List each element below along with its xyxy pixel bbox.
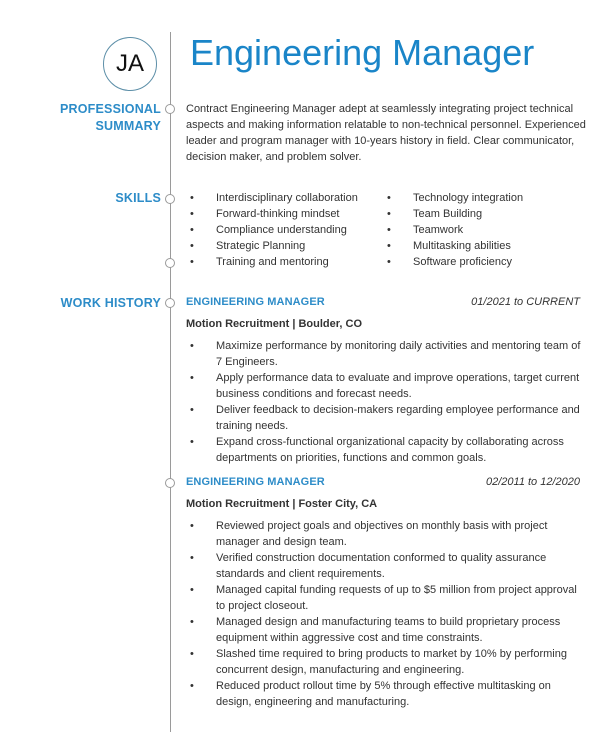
timeline-node-icon [165,478,175,488]
job-bullet: Reviewed project goals and objectives on… [186,518,586,550]
skill-item: Teamwork [383,222,583,238]
skills-column-1: Interdisciplinary collaboration Forward-… [186,190,386,270]
job-bullet: Slashed time required to bring products … [186,646,586,678]
initials: JA [115,50,144,77]
skill-item: Software proficiency [383,254,583,270]
skills-column-2: Technology integration Team Building Tea… [383,190,583,270]
resume-title: Engineering Manager [190,32,535,73]
initials-avatar: JA [103,37,157,91]
job-bullet: Deliver feedback to decision-makers rega… [186,402,586,434]
skill-item: Multitasking abilities [383,238,583,254]
job-bullet: Expand cross-functional organizational c… [186,434,586,466]
job-dates: 02/2011 to 12/2020 [486,476,580,488]
skill-item: Forward-thinking mindset [186,206,386,222]
job-bullet: Apply performance data to evaluate and i… [186,370,586,402]
job-title: ENGINEERING MANAGER [186,296,325,308]
skill-item: Technology integration [383,190,583,206]
section-label-summary: PROFESSIONAL SUMMARY [60,101,161,135]
section-label-work-history: WORK HISTORY [60,296,161,310]
job-bullets: Maximize performance by monitoring daily… [186,338,586,466]
skill-item: Interdisciplinary collaboration [186,190,386,206]
job-bullets: Reviewed project goals and objectives on… [186,518,586,710]
job-bullet: Maximize performance by monitoring daily… [186,338,586,370]
label-line: PROFESSIONAL [59,102,161,116]
label-line: SUMMARY [95,119,161,133]
job-bullet: Managed capital funding requests of up t… [186,582,586,614]
skill-item: Team Building [383,206,583,222]
skill-item: Training and mentoring [186,254,386,270]
summary-text: Contract Engineering Manager adept at se… [186,103,586,163]
section-label-skills: SKILLS [115,191,161,205]
job-bullet: Reduced product rollout time by 5% throu… [186,678,586,710]
timeline-node-icon [165,194,175,204]
job-company: Motion Recruitment | Foster City, CA [186,498,378,510]
timeline-node-icon [165,104,175,114]
job-dates: 01/2021 to CURRENT [471,296,580,308]
skill-item: Compliance understanding [186,222,386,238]
timeline-line [170,32,171,732]
skill-item: Strategic Planning [186,238,386,254]
job-bullet: Verified construction documentation conf… [186,550,586,582]
timeline-node-icon [165,298,175,308]
job-company: Motion Recruitment | Boulder, CO [186,318,363,330]
job-title: ENGINEERING MANAGER [186,476,325,488]
timeline-node-icon [165,258,175,268]
job-bullet: Managed design and manufacturing teams t… [186,614,586,646]
